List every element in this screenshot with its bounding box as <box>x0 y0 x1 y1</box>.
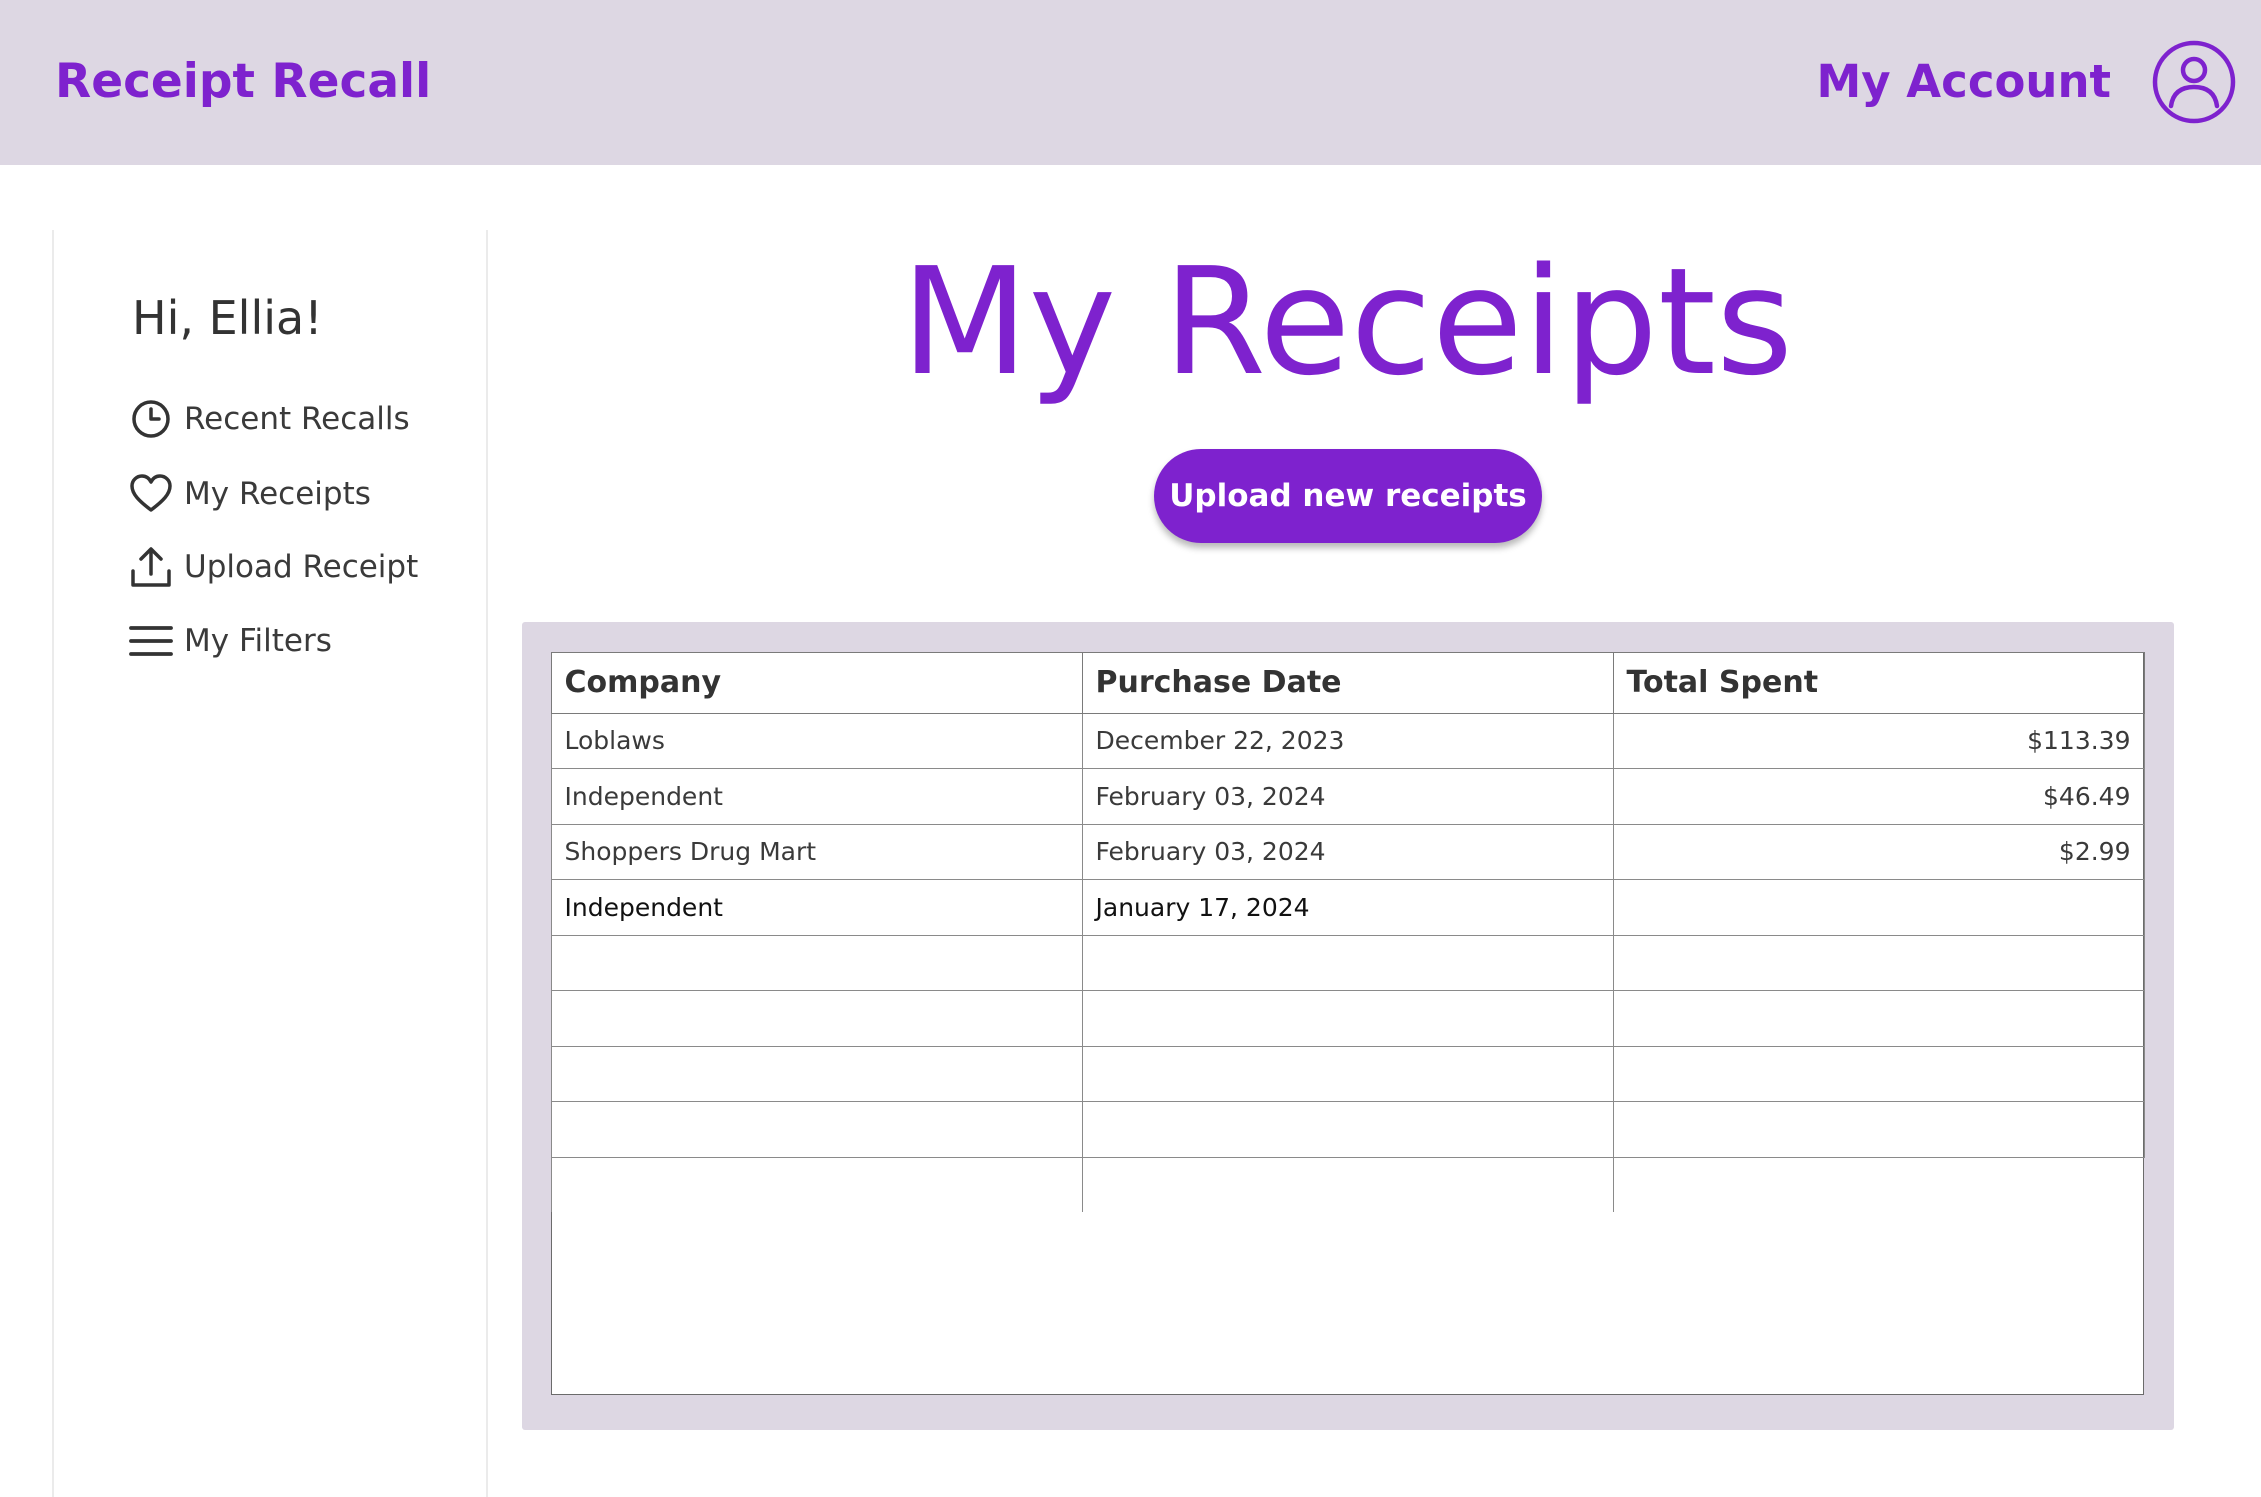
cell-purchase-date: January 17, 2024 <box>1081 879 1614 936</box>
table-row[interactable]: Independent January 17, 2024 <box>550 879 2145 936</box>
column-header-company[interactable]: Company <box>550 651 1083 714</box>
cell-purchase-date: February 03, 2024 <box>1081 768 1614 825</box>
cell-purchase-date: February 03, 2024 <box>1081 823 1614 880</box>
sidebar-item-label: Upload Receipt <box>184 549 419 585</box>
cell-company <box>550 1156 1083 1212</box>
user-circle-icon[interactable] <box>2152 40 2236 124</box>
cell-total-spent: $2.99 <box>1612 823 2145 880</box>
cell-total-spent <box>1612 934 2145 991</box>
cell-company <box>550 1101 1083 1158</box>
cell-purchase-date <box>1081 1045 1614 1102</box>
table-row-empty[interactable] <box>550 1045 2145 1102</box>
table-row-empty[interactable] <box>550 990 2145 1047</box>
receipts-table-sheet: Company Purchase Date Total Spent Loblaw… <box>550 651 2145 1395</box>
menu-icon <box>128 618 174 664</box>
table-row[interactable]: Loblaws December 22, 2023 $113.39 <box>550 712 2145 769</box>
table-row-empty[interactable] <box>550 1101 2145 1158</box>
cell-purchase-date <box>1081 934 1614 991</box>
receipts-table: Company Purchase Date Total Spent Loblaw… <box>550 651 2145 1212</box>
sidebar-item-label: Recent Recalls <box>184 401 410 437</box>
cell-purchase-date <box>1081 990 1614 1047</box>
cell-purchase-date: December 22, 2023 <box>1081 712 1614 769</box>
my-account-link[interactable]: My Account <box>1817 50 2111 114</box>
sidebar-item-recent-recalls[interactable]: Recent Recalls <box>128 393 410 445</box>
table-row[interactable]: Shoppers Drug Mart February 03, 2024 $2.… <box>550 823 2145 880</box>
column-header-total-spent[interactable]: Total Spent <box>1612 651 2145 714</box>
upload-new-receipts-button[interactable]: Upload new receipts <box>1154 449 1542 543</box>
sidebar: Hi, Ellia! Recent Recalls My Receipts Up… <box>52 230 488 1497</box>
table-row-empty[interactable] <box>550 934 2145 991</box>
cell-total-spent <box>1612 1101 2145 1158</box>
table-row-empty[interactable] <box>550 1156 2144 1212</box>
cell-total-spent: $46.49 <box>1612 768 2145 825</box>
cell-total-spent <box>1612 879 2145 936</box>
cell-purchase-date <box>1081 1101 1614 1158</box>
brand-logo-text[interactable]: Receipt Recall <box>55 50 431 114</box>
cell-company: Loblaws <box>550 712 1083 769</box>
receipts-table-panel: Company Purchase Date Total Spent Loblaw… <box>522 622 2174 1430</box>
sidebar-item-my-receipts[interactable]: My Receipts <box>128 468 371 520</box>
cell-company: Independent <box>550 768 1083 825</box>
table-header-row: Company Purchase Date Total Spent <box>550 651 2145 714</box>
cell-company <box>550 990 1083 1047</box>
sidebar-item-my-filters[interactable]: My Filters <box>128 615 332 667</box>
clock-icon <box>128 396 174 442</box>
column-header-purchase-date[interactable]: Purchase Date <box>1081 651 1614 714</box>
sidebar-item-label: My Receipts <box>184 476 371 512</box>
upload-icon <box>128 544 174 590</box>
greeting: Hi, Ellia! <box>132 291 323 345</box>
sidebar-item-upload-receipt[interactable]: Upload Receipt <box>128 541 418 593</box>
cell-total-spent <box>1612 1156 2144 1212</box>
sidebar-item-label: My Filters <box>184 623 332 659</box>
cell-company <box>550 1045 1083 1102</box>
heart-icon <box>128 471 174 517</box>
top-bar: Receipt Recall My Account <box>0 0 2261 165</box>
cell-total-spent: $113.39 <box>1612 712 2145 769</box>
cell-company: Shoppers Drug Mart <box>550 823 1083 880</box>
page-title: My Receipts <box>900 236 1794 408</box>
cell-total-spent <box>1612 990 2145 1047</box>
cell-purchase-date <box>1081 1156 1614 1212</box>
cell-company <box>550 934 1083 991</box>
cell-total-spent <box>1612 1045 2145 1102</box>
cell-company: Independent <box>550 879 1083 936</box>
table-row[interactable]: Independent February 03, 2024 $46.49 <box>550 768 2145 825</box>
